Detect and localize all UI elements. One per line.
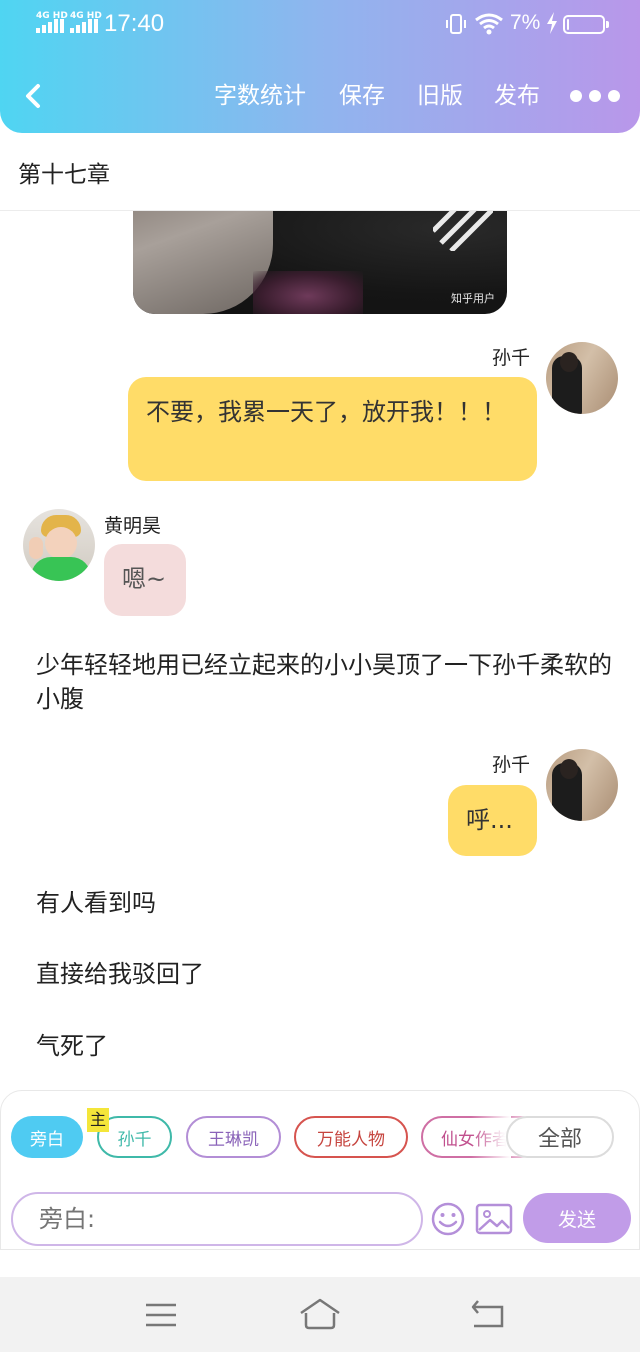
battery-percent: 7% <box>510 11 541 34</box>
old-version-button[interactable]: 旧版 <box>417 80 463 112</box>
status-bar: 4G HD 4G HD 17:40 7% <box>0 0 640 52</box>
avatar[interactable] <box>23 509 95 581</box>
battery-icon <box>563 15 609 34</box>
vibrate-icon <box>446 14 466 34</box>
chapter-title[interactable]: 第十七章 <box>18 155 110 189</box>
narration-text[interactable]: 少年轻轻地用已经立起来的小小昊顶了一下孙千柔软的小腹 <box>36 648 616 716</box>
narration-input[interactable] <box>11 1192 423 1246</box>
narration-text[interactable]: 有人看到吗 <box>36 886 616 920</box>
speaker-name: 孙千 <box>492 754 531 776</box>
send-button[interactable]: 发送 <box>523 1193 631 1243</box>
publish-button[interactable]: 发布 <box>494 80 540 112</box>
wifi-icon <box>475 13 503 35</box>
chat-bubble[interactable]: 呼... <box>448 785 537 856</box>
menu-icon[interactable] <box>145 1302 177 1328</box>
story-content[interactable]: 知乎用户 孙千 不要，我累一天了，放开我！！！ 黄明昊 嗯~ 少年轻轻地用已经立… <box>0 211 640 1091</box>
narration-text[interactable]: 气死了 <box>36 1029 616 1063</box>
role-chip-universal[interactable]: 万能人物 <box>294 1116 408 1158</box>
more-dots-icon[interactable] <box>570 86 626 106</box>
image-icon[interactable] <box>475 1203 513 1235</box>
status-time: 17:40 <box>104 10 165 37</box>
signal-icon: 4G HD <box>36 12 68 34</box>
back-icon[interactable] <box>470 1299 506 1329</box>
chip-fade <box>471 1116 511 1160</box>
narration-text[interactable]: 直接给我驳回了 <box>36 957 616 991</box>
role-chip-narrator[interactable]: 旁白 <box>11 1116 83 1158</box>
home-icon[interactable] <box>298 1297 342 1331</box>
save-button[interactable]: 保存 <box>339 80 385 112</box>
all-roles-button[interactable]: 全部 <box>506 1116 614 1158</box>
avatar[interactable] <box>546 342 618 414</box>
battery-level <box>567 19 569 30</box>
chevron-left-icon[interactable] <box>18 78 52 114</box>
charging-icon <box>547 12 557 34</box>
composer-panel: 旁白 孙千 主 王琳凯 万能人物 仙女作者 全部 发送 <box>0 1090 640 1250</box>
app-header: 4G HD 4G HD 17:40 7% 字数统计 保存 旧版 发布 <box>0 0 640 133</box>
role-chip-wanglinkai[interactable]: 王琳凯 <box>186 1116 281 1158</box>
signal-icon: 4G HD <box>70 12 102 34</box>
chat-bubble[interactable]: 不要，我累一天了，放开我！！！ <box>128 377 537 481</box>
role-selector: 旁白 孙千 主 王琳凯 万能人物 仙女作者 全部 <box>1 1108 640 1160</box>
image-watermark: 知乎用户 <box>451 292 495 305</box>
system-nav-bar <box>0 1277 640 1352</box>
word-count-button[interactable]: 字数统计 <box>214 80 306 112</box>
story-image[interactable]: 知乎用户 <box>133 211 507 314</box>
toolbar: 字数统计 保存 旧版 发布 <box>0 70 640 122</box>
avatar[interactable] <box>546 749 618 821</box>
emoji-icon[interactable] <box>430 1201 466 1237</box>
chat-bubble[interactable]: 嗯~ <box>104 544 186 616</box>
main-role-badge: 主 <box>87 1108 109 1132</box>
speaker-name: 孙千 <box>492 347 531 369</box>
speaker-name: 黄明昊 <box>104 515 162 537</box>
